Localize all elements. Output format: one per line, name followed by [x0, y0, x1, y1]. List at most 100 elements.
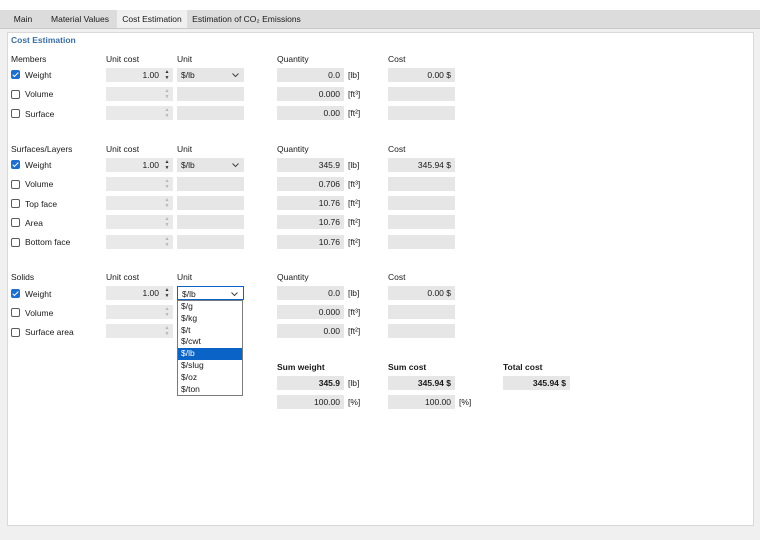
quantity-unit: [ft³]: [348, 89, 361, 99]
members-volume-checkbox[interactable]: [11, 90, 20, 99]
quantity-unit: [ft²]: [348, 237, 361, 247]
surfaces-area-unit-cost: ▲ ▼: [106, 215, 173, 229]
tab-co2-emissions[interactable]: Estimation of CO₂ Emissions: [188, 10, 305, 28]
sum-weight-label: Sum weight: [277, 362, 325, 372]
sum-weight-value: 345.9: [277, 376, 344, 390]
quantity-unit: [ft²]: [348, 326, 361, 336]
unit-cost-value: 1.00: [142, 70, 159, 80]
header-unit-cost: Unit cost: [106, 54, 140, 64]
unit-select-value: $/lb: [181, 70, 195, 80]
surfaces-weight-unit-select[interactable]: $/lb: [177, 158, 244, 172]
quantity-unit: [lb]: [348, 160, 360, 170]
spinner-arrows-icon: ▲ ▼: [164, 88, 170, 100]
solids-weight-unit-cost[interactable]: 1.00 ▲ ▼: [106, 286, 173, 300]
unit-option-selected[interactable]: $/lb: [178, 348, 242, 360]
solids-surface-area-checkbox[interactable]: [11, 328, 20, 337]
header-unit: Unit: [177, 144, 193, 154]
surfaces-top-face-cost: [388, 196, 455, 210]
spinner-arrows-icon: ▲ ▼: [164, 197, 170, 209]
unit-select-value: $/lb: [182, 289, 196, 299]
surfaces-volume-unit-select: [177, 177, 244, 191]
unit-option[interactable]: $/slug: [178, 360, 242, 372]
header-unit-cost: Unit cost: [106, 144, 140, 154]
surfaces-area-quantity: 10.76: [277, 215, 344, 229]
members-weight-checkbox[interactable]: [11, 70, 20, 79]
spinner-arrows-icon: ▲ ▼: [164, 236, 170, 248]
unit-select-value: $/lb: [181, 160, 195, 170]
chevron-down-icon: [231, 292, 238, 297]
surfaces-bottom-face-checkbox[interactable]: [11, 238, 20, 247]
solids-surface-area-unit-cost: ▲ ▼: [106, 324, 173, 338]
members-surface-unit-cost: ▲ ▼: [106, 106, 173, 120]
members-volume-label: Volume: [25, 89, 54, 99]
solids-weight-checkbox[interactable]: [11, 289, 20, 298]
tab-main[interactable]: Main: [6, 10, 40, 28]
solids-volume-label: Volume: [25, 308, 54, 318]
spinner-arrows-icon[interactable]: ▲ ▼: [164, 287, 170, 299]
sum-cost-label: Sum cost: [388, 362, 427, 372]
quantity-unit: [lb]: [348, 70, 360, 80]
solids-weight-cost: 0.00 $: [388, 286, 455, 300]
spinner-arrows-icon[interactable]: ▲ ▼: [164, 159, 170, 171]
surfaces-area-cost: [388, 215, 455, 229]
solids-volume-checkbox[interactable]: [11, 308, 20, 317]
header-cost: Cost: [388, 144, 406, 154]
unit-option[interactable]: $/oz: [178, 372, 242, 384]
surfaces-weight-quantity: 345.9: [277, 158, 344, 172]
members-surface-label: Surface: [25, 109, 55, 119]
solids-volume-quantity: 0.000: [277, 305, 344, 319]
members-volume-unit-cost: ▲ ▼: [106, 87, 173, 101]
unit-cost-value: 1.00: [142, 160, 159, 170]
unit-cost-value: 1.00: [142, 288, 159, 298]
unit-option[interactable]: $/ton: [178, 384, 242, 396]
spinner-arrows-icon: ▲ ▼: [164, 178, 170, 190]
unit-dropdown-list: $/g $/kg $/t $/cwt $/lb $/slug $/oz $/to…: [177, 300, 243, 396]
sum-cost-value: 345.94 $: [388, 376, 455, 390]
surfaces-bottom-face-label: Bottom face: [25, 237, 71, 247]
header-unit-cost: Unit cost: [106, 272, 140, 282]
quantity-unit: [ft²]: [348, 198, 361, 208]
sum-cost-percent: 100.00: [388, 395, 455, 409]
quantity-unit: [ft³]: [348, 179, 361, 189]
solids-weight-label: Weight: [25, 289, 52, 299]
surfaces-volume-label: Volume: [25, 179, 54, 189]
total-cost-value: 345.94 $: [503, 376, 570, 390]
surfaces-top-face-label: Top face: [25, 199, 58, 209]
members-surface-checkbox[interactable]: [11, 109, 20, 118]
header-unit: Unit: [177, 272, 193, 282]
surfaces-weight-unit-cost[interactable]: 1.00 ▲ ▼: [106, 158, 173, 172]
members-weight-unit-cost[interactable]: 1.00 ▲ ▼: [106, 68, 173, 82]
surfaces-weight-checkbox[interactable]: [11, 160, 20, 169]
chevron-down-icon: [232, 73, 239, 78]
surfaces-area-label: Area: [25, 218, 43, 228]
surfaces-volume-checkbox[interactable]: [11, 180, 20, 189]
unit-option[interactable]: $/cwt: [178, 336, 242, 348]
header-quantity: Quantity: [277, 144, 309, 154]
spinner-arrows-icon[interactable]: ▲ ▼: [164, 69, 170, 81]
tab-material-values[interactable]: Material Values: [44, 10, 116, 28]
solids-weight-unit-select[interactable]: $/lb: [177, 286, 244, 300]
tab-cost-estimation[interactable]: Cost Estimation: [117, 10, 187, 28]
surfaces-bottom-face-unit-cost: ▲ ▼: [106, 235, 173, 249]
header-quantity: Quantity: [277, 54, 309, 64]
unit-option[interactable]: $/kg: [178, 313, 242, 325]
surfaces-top-face-checkbox[interactable]: [11, 199, 20, 208]
unit-option[interactable]: $/t: [178, 325, 242, 337]
surfaces-weight-cost: 345.94 $: [388, 158, 455, 172]
percent-unit: [%]: [459, 397, 472, 407]
surfaces-area-checkbox[interactable]: [11, 218, 20, 227]
panel-title: Cost Estimation: [11, 35, 76, 45]
members-weight-unit-select[interactable]: $/lb: [177, 68, 244, 82]
top-strip: [0, 0, 760, 10]
quantity-unit: [lb]: [348, 288, 360, 298]
solids-volume-cost: [388, 305, 455, 319]
quantity-unit: [ft²]: [348, 108, 361, 118]
surfaces-bottom-face-cost: [388, 235, 455, 249]
quantity-unit: [ft²]: [348, 217, 361, 227]
sum-weight-percent: 100.00: [277, 395, 344, 409]
members-surface-cost: [388, 106, 455, 120]
members-volume-cost: [388, 87, 455, 101]
surfaces-bottom-face-quantity: 10.76: [277, 235, 344, 249]
unit-option[interactable]: $/g: [178, 301, 242, 313]
members-volume-unit-select: [177, 87, 244, 101]
